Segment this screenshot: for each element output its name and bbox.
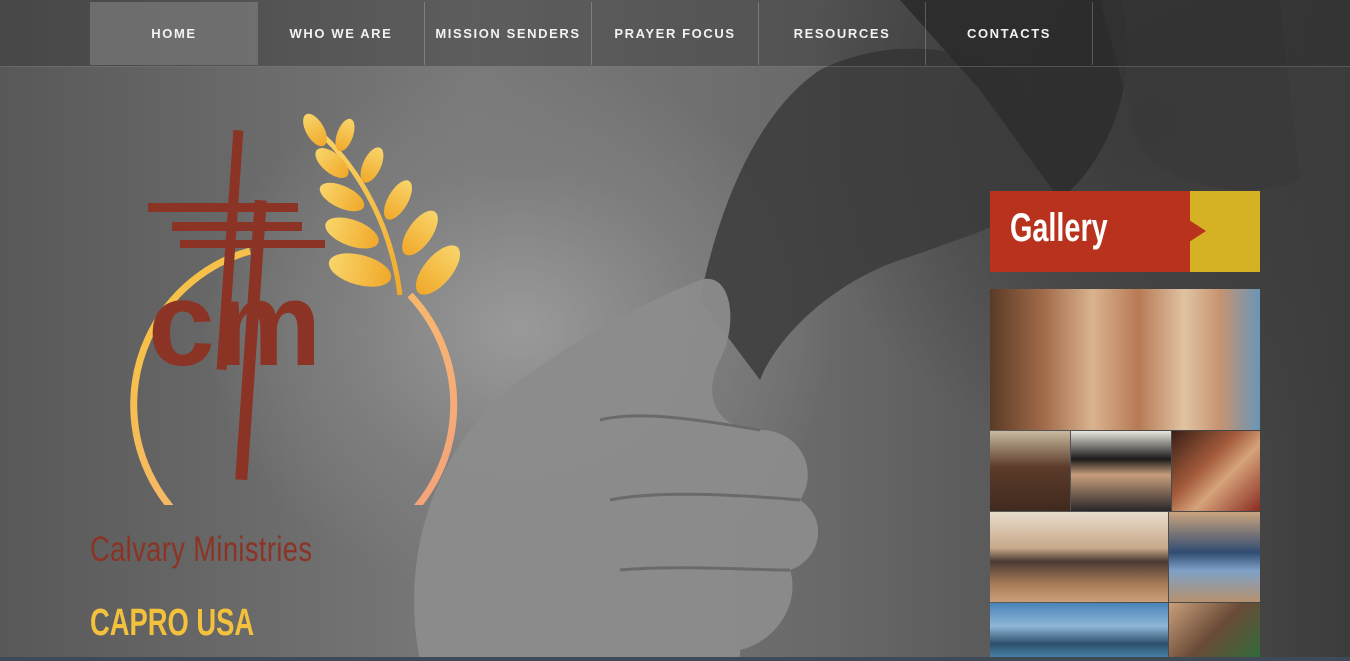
gallery-title: Gallery xyxy=(1010,206,1108,250)
arrow-right-icon xyxy=(1189,220,1206,242)
gallery-header[interactable]: Gallery xyxy=(990,191,1260,272)
gallery-photo-group[interactable] xyxy=(1169,512,1260,602)
gallery-photo-portrait[interactable] xyxy=(1169,603,1260,661)
nav-who-we-are[interactable]: WHO WE ARE xyxy=(258,2,425,65)
gallery-photo-desert-camp[interactable] xyxy=(990,512,1168,602)
brand-subtitle: CAPRO USA xyxy=(90,602,255,644)
nav-items: HOME WHO WE ARE MISSION SENDERS PRAYER F… xyxy=(90,2,1093,65)
brand-name: Calvary Ministries xyxy=(90,530,313,569)
gallery-photo-city[interactable] xyxy=(990,603,1168,661)
gallery-photo-child[interactable] xyxy=(990,431,1070,511)
bottom-strip xyxy=(0,657,1350,661)
logo-letters: cm xyxy=(148,257,321,391)
nav-home[interactable]: HOME xyxy=(90,2,258,65)
logo-emblem: cm xyxy=(130,113,461,569)
gallery-photo-elder[interactable] xyxy=(1172,431,1260,511)
gallery-photo-women[interactable] xyxy=(1071,431,1171,511)
nav-contacts[interactable]: CONTACTS xyxy=(926,2,1093,65)
nav-mission-senders[interactable]: MISSION SENDERS xyxy=(425,2,592,65)
gallery-photo-friends[interactable] xyxy=(990,289,1260,430)
main-nav: HOME WHO WE ARE MISSION SENDERS PRAYER F… xyxy=(0,0,1350,67)
nav-prayer-focus[interactable]: PRAYER FOCUS xyxy=(592,2,759,65)
brand-logo[interactable]: cm xyxy=(80,105,500,569)
nav-resources[interactable]: RESOURCES xyxy=(759,2,926,65)
